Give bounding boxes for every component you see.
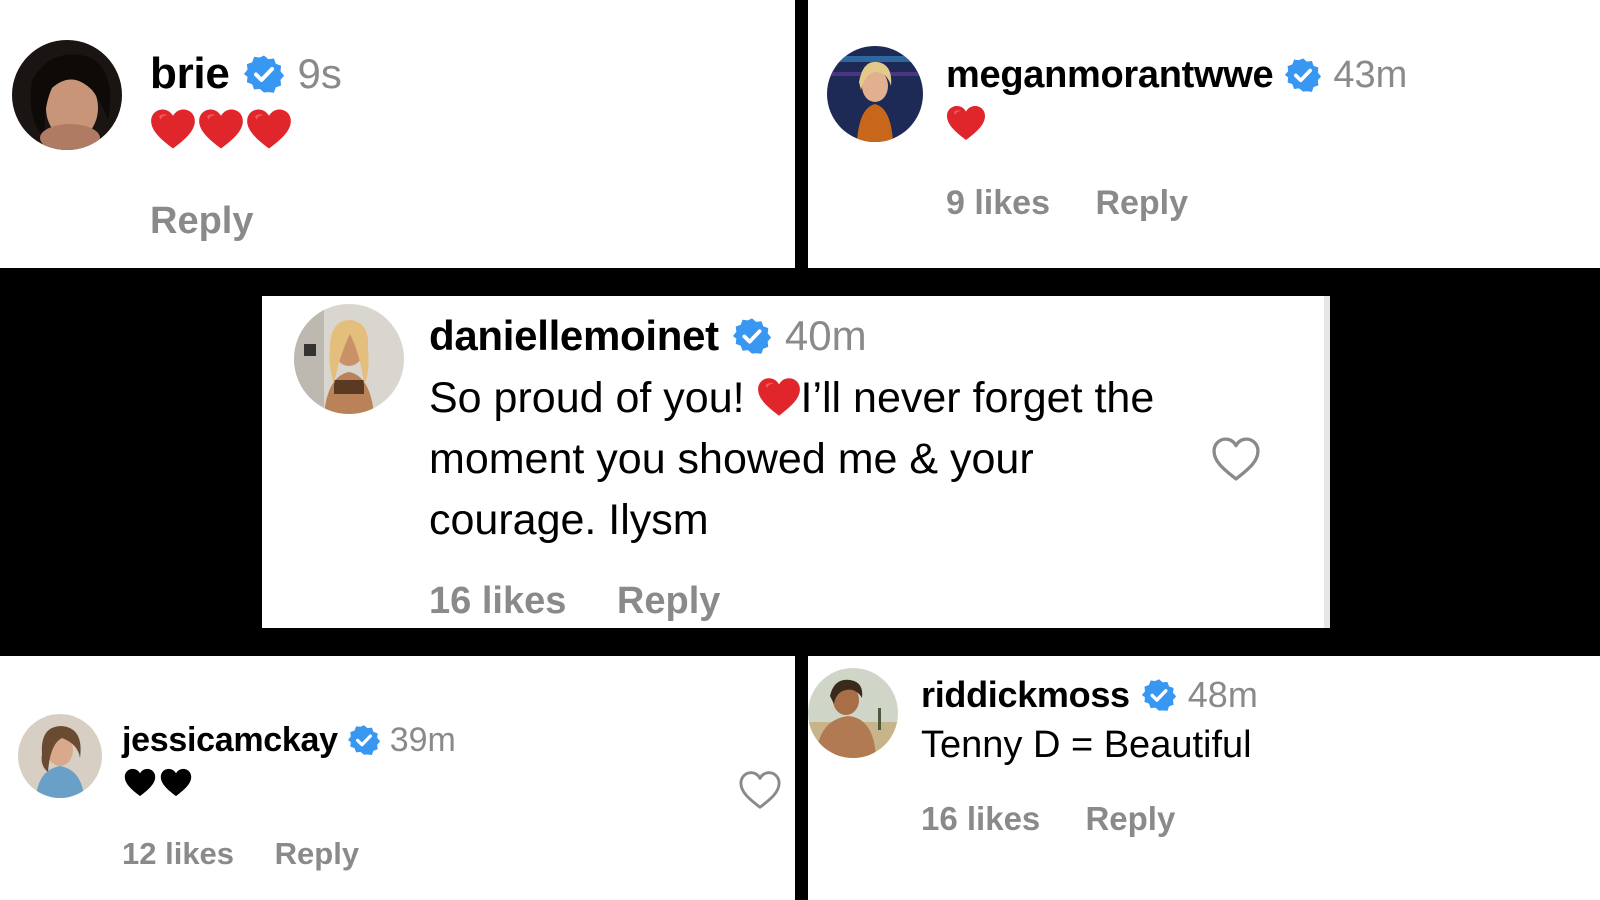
- comment-card-meganmorantwwe: meganmorantwwe 43m 9 likes Reply: [808, 0, 1600, 268]
- timestamp: 40m: [784, 312, 867, 359]
- verified-badge-icon: [1285, 57, 1321, 93]
- red-heart-emoji-icon: [757, 377, 801, 417]
- username-jessicamckay[interactable]: jessicamckay: [122, 721, 338, 760]
- reply-button[interactable]: Reply: [1085, 800, 1175, 838]
- red-heart-emoji-icon: [946, 104, 986, 142]
- username-riddickmoss[interactable]: riddickmoss: [921, 674, 1130, 716]
- avatar-riddickmoss[interactable]: [808, 668, 898, 758]
- timestamp: 43m: [1333, 53, 1408, 96]
- reply-button[interactable]: Reply: [617, 580, 720, 623]
- verified-badge-icon: [244, 54, 284, 94]
- reply-button[interactable]: Reply: [275, 836, 359, 872]
- timestamp: 39m: [389, 720, 456, 759]
- red-heart-emoji-icon: [150, 108, 196, 150]
- red-heart-emoji-icon: [246, 108, 292, 150]
- username-brie[interactable]: brie: [150, 49, 230, 99]
- avatar-jessicamckay[interactable]: [18, 714, 102, 798]
- verified-badge-icon: [733, 317, 771, 355]
- likes-count[interactable]: 9 likes: [946, 184, 1050, 223]
- comment-text-riddickmoss: Tenny D = Beautiful: [921, 724, 1252, 766]
- verified-badge-icon: [1142, 678, 1176, 712]
- avatar-daniellemoinet[interactable]: [294, 304, 404, 414]
- comment-card-jessicamckay: jessicamckay 39m 12 likes Reply: [0, 656, 795, 900]
- comment-body-meganmorantwwe: [946, 104, 986, 148]
- like-heart-icon[interactable]: [738, 770, 782, 810]
- timestamp: 48m: [1187, 674, 1258, 715]
- reply-button[interactable]: Reply: [150, 200, 253, 243]
- username-meganmorantwwe[interactable]: meganmorantwwe: [946, 54, 1274, 97]
- comment-body-daniellemoinet: So proud of you! I’ll never forget the m…: [429, 368, 1199, 551]
- timestamp: 9s: [297, 50, 342, 97]
- likes-count[interactable]: 16 likes: [921, 800, 1040, 838]
- comment-card-riddickmoss: riddickmoss 48m Tenny D = Beautiful 16 l…: [808, 656, 1600, 900]
- verified-badge-icon: [348, 724, 380, 756]
- avatar-brie[interactable]: [12, 40, 122, 150]
- likes-count[interactable]: 12 likes: [122, 836, 234, 872]
- black-heart-emoji-icon: [160, 768, 192, 797]
- comment-card-brie: brie 9s Reply: [0, 0, 795, 268]
- avatar-meganmorantwwe[interactable]: [827, 46, 923, 142]
- red-heart-emoji-icon: [198, 108, 244, 150]
- likes-count[interactable]: 16 likes: [429, 580, 566, 623]
- black-heart-emoji-icon: [124, 768, 156, 797]
- username-daniellemoinet[interactable]: daniellemoinet: [429, 312, 719, 360]
- reply-button[interactable]: Reply: [1095, 184, 1188, 223]
- like-heart-icon[interactable]: [1210, 436, 1262, 482]
- comment-text-part-1: So proud of you!: [429, 374, 757, 422]
- comment-body-jessicamckay: [124, 768, 192, 806]
- comment-card-daniellemoinet: daniellemoinet 40m So proud of you! I’ll…: [262, 296, 1330, 628]
- comment-body-brie: [150, 108, 292, 158]
